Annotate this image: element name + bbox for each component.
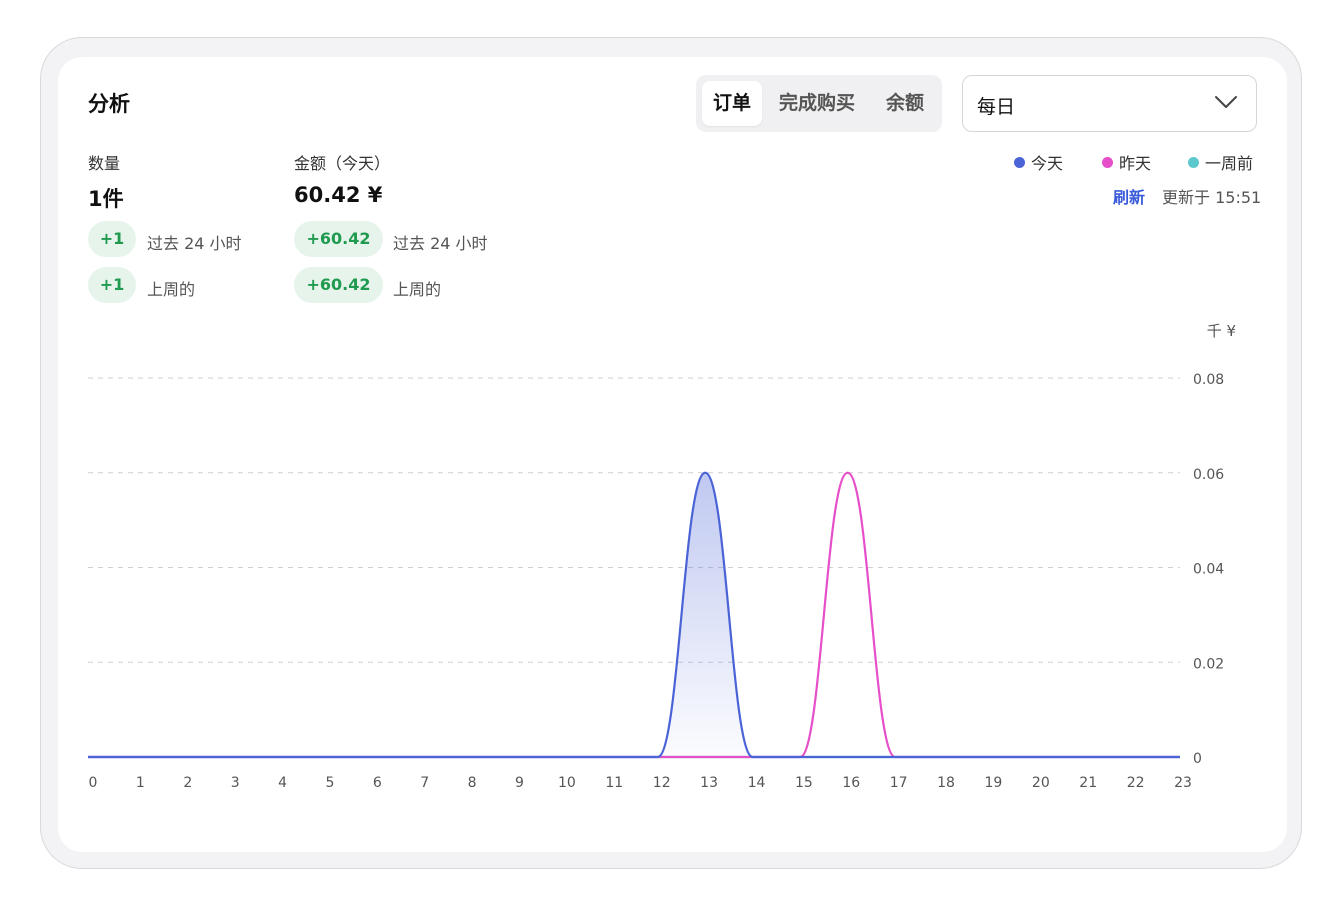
x-tick-label: 22 (1127, 775, 1145, 791)
x-tick-label: 7 (420, 775, 429, 791)
x-tick-label: 9 (515, 775, 524, 791)
x-tick-label: 1 (136, 775, 145, 791)
x-tick-label: 14 (748, 775, 766, 791)
x-tick-label: 2 (183, 775, 192, 791)
x-tick-label: 18 (937, 775, 955, 791)
x-tick-label: 16 (842, 775, 860, 791)
line-chart: 0 1 2 3 4 5 6 7 8 9 10 11 12 13 14 15 16 17 18 19 20 21 22 23 0… (88, 322, 1236, 791)
x-tick-label: 5 (325, 775, 334, 791)
x-tick-label: 11 (605, 775, 623, 791)
y-tick-label: 0.02 (1193, 656, 1224, 672)
x-tick-label: 20 (1032, 775, 1050, 791)
y-tick-label: 0.04 (1193, 562, 1224, 578)
x-tick-label: 23 (1174, 775, 1192, 791)
x-tick-label: 0 (89, 775, 98, 791)
x-tick-label: 8 (468, 775, 477, 791)
series-line-yesterday (88, 471, 1180, 759)
x-tick-label: 3 (231, 775, 240, 791)
x-tick-label: 19 (985, 775, 1003, 791)
series-line-today (88, 471, 1180, 759)
x-tick-label: 13 (700, 775, 718, 791)
y-tick-label: 0.06 (1193, 467, 1224, 483)
y-tick-label: 0 (1193, 751, 1202, 767)
series-area-today (88, 472, 1180, 757)
x-tick-label: 21 (1079, 775, 1097, 791)
x-tick-label: 10 (558, 775, 576, 791)
y-axis-unit-label: 千 ¥ (1207, 322, 1236, 340)
x-tick-label: 15 (795, 775, 813, 791)
x-tick-label: 12 (653, 775, 671, 791)
y-tick-label: 0.08 (1193, 372, 1224, 388)
x-tick-label: 4 (278, 775, 287, 791)
x-tick-label: 6 (373, 775, 382, 791)
x-tick-label: 17 (890, 775, 908, 791)
